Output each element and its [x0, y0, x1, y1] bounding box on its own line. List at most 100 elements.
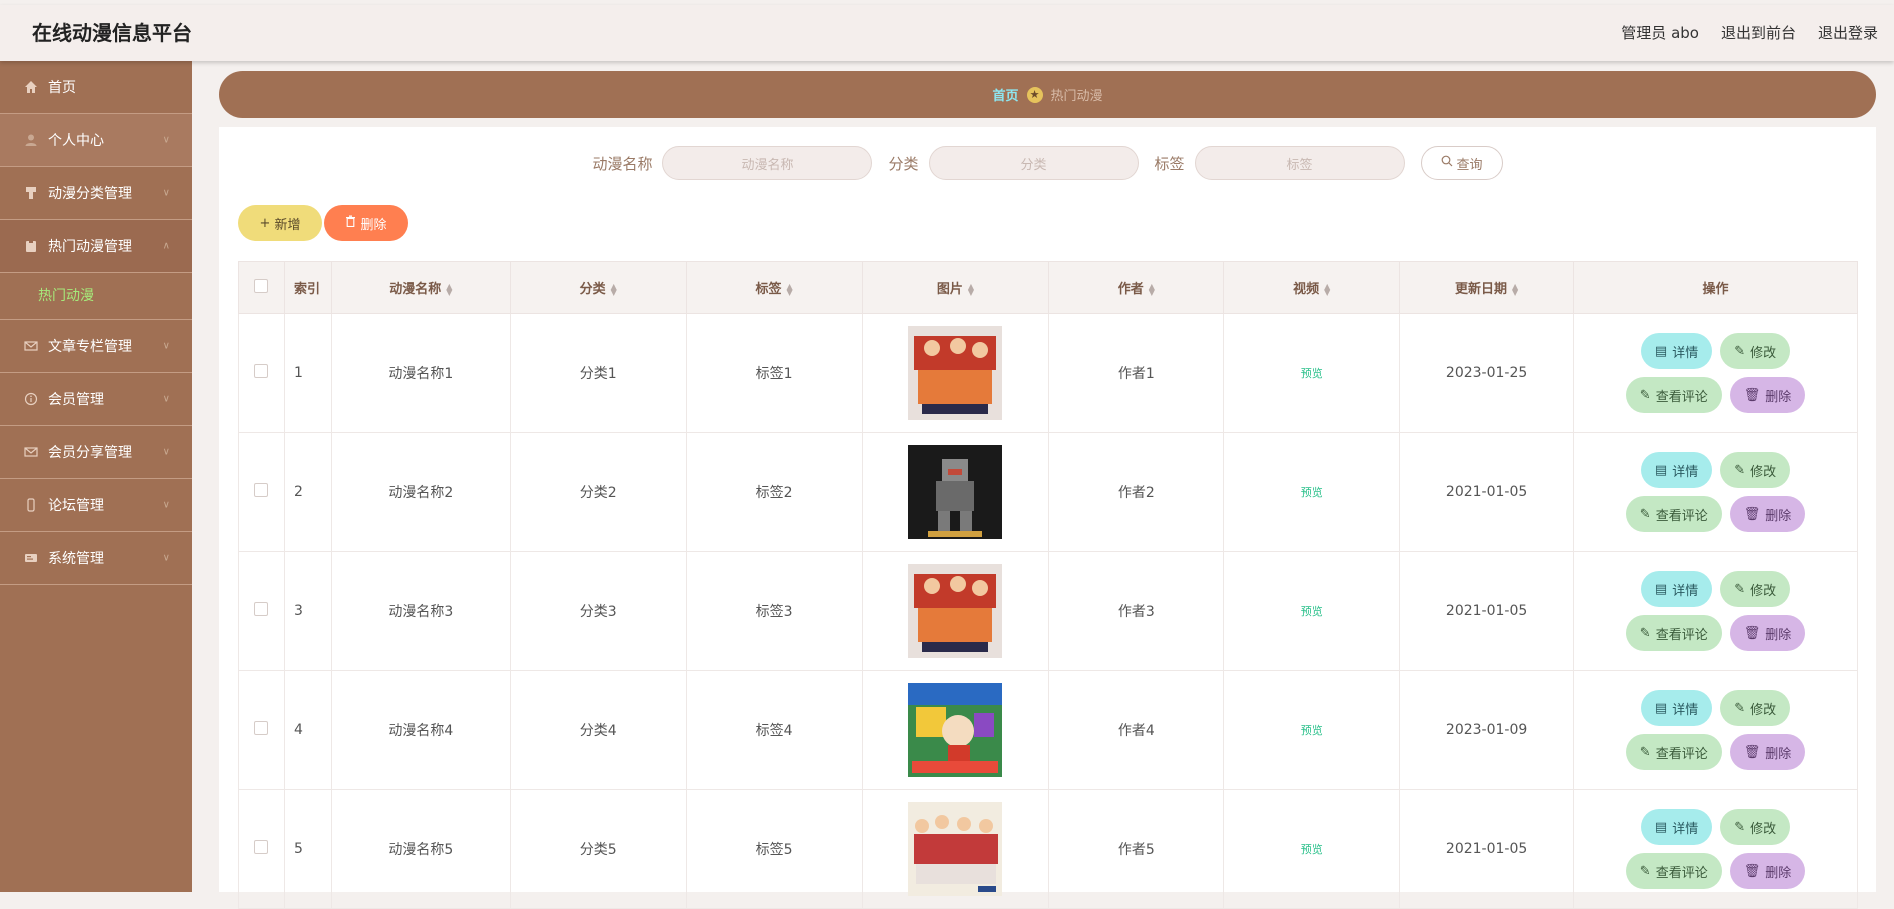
sidebar-item-home[interactable]: 首页 [0, 61, 192, 114]
logout-link[interactable]: 退出登录 [1818, 5, 1878, 61]
sidebar-item-label: 论坛管理 [48, 498, 104, 514]
comment-label: 查看评论 [1655, 865, 1708, 881]
pencil-icon: ✎ [1639, 744, 1651, 760]
sidebar-item-profile[interactable]: 个人中心 ∨ [0, 114, 192, 167]
remove-label: 删除 [1765, 389, 1792, 405]
chevron-down-icon: ∨ [162, 552, 170, 564]
delete-button[interactable]: 🗑 删除 [1729, 615, 1806, 651]
column-header[interactable]: 作者 ▲ ▼ [1048, 261, 1225, 314]
sort-icon[interactable]: ▲ ▼ [611, 282, 617, 296]
select-all-checkbox[interactable] [254, 278, 269, 293]
category-cell: 分类1 [509, 313, 687, 433]
anime-thumbnail[interactable] [908, 802, 1003, 896]
name-cell: 动漫名称3 [330, 551, 511, 671]
edit-button[interactable]: ✎ 修改 [1720, 809, 1791, 845]
column-header[interactable]: 更新日期 ▲ ▼ [1399, 261, 1575, 314]
row-checkbox[interactable] [254, 483, 269, 497]
column-header[interactable]: 分类 ▲ ▼ [509, 261, 687, 314]
detail-button[interactable]: ▤ 详情 [1640, 690, 1713, 726]
sidebar-item-articles[interactable]: 文章专栏管理 ∨ [0, 320, 192, 373]
document-icon: ▤ [1654, 462, 1668, 478]
edit-label: 修改 [1750, 345, 1777, 361]
sidebar-subitem-hot-anime[interactable]: 热门动漫 [0, 273, 192, 320]
edit-button[interactable]: ✎ 修改 [1720, 452, 1791, 488]
sidebar-item-member-share[interactable]: 会员分享管理 ∨ [0, 426, 192, 479]
anime-thumbnail[interactable] [908, 683, 1003, 777]
view-comments-button[interactable]: ✎ 查看评论 [1625, 734, 1722, 770]
sidebar-item-label: 系统管理 [48, 551, 104, 567]
sort-icon[interactable]: ▲ ▼ [446, 282, 452, 296]
back-to-front-link[interactable]: 退出到前台 [1721, 5, 1796, 61]
table-row: 5 动漫名称5 分类5 标签5 作者5 预览 2021-01-05 ▤ 详情 ✎ 修… [238, 789, 1858, 909]
column-header[interactable]: 动漫名称 ▲ ▼ [330, 261, 511, 314]
view-comments-button[interactable]: ✎ 查看评论 [1625, 615, 1722, 651]
sort-icon[interactable]: ▲ ▼ [968, 282, 974, 296]
sidebar: 首页 个人中心 ∨ 动漫分类管理 ∨ 热门动漫管理 ∧ 热门动漫 文章专栏管理 … [0, 61, 192, 892]
column-header[interactable]: 标签 ▲ ▼ [685, 261, 863, 314]
add-button[interactable]: + 新增 [238, 205, 322, 241]
column-header-label: 更新日期 [1455, 282, 1508, 297]
column-header[interactable]: 视频 ▲ ▼ [1223, 261, 1401, 314]
sidebar-item-system[interactable]: 系统管理 ∨ [0, 532, 192, 585]
delete-button[interactable]: 🗑 删除 [1729, 377, 1806, 413]
sidebar-item-hot-anime[interactable]: 热门动漫管理 ∧ [0, 220, 192, 273]
video-preview-link[interactable]: 预览 [1301, 367, 1323, 380]
batch-delete-button[interactable]: 删除 [324, 205, 408, 241]
sort-icon[interactable]: ▲ ▼ [787, 282, 793, 296]
tag-search-input[interactable]: 标签 [1194, 146, 1405, 180]
home-icon [22, 78, 40, 96]
detail-button[interactable]: ▤ 详情 [1640, 452, 1713, 488]
trash-icon: 🗑 [1743, 744, 1761, 760]
delete-button[interactable]: 🗑 删除 [1729, 853, 1806, 889]
video-cell: 预览 [1223, 670, 1401, 790]
name-search-input[interactable]: 动漫名称 [662, 146, 873, 180]
row-actions: ▤ 详情 ✎ 修改 ✎ 查看评论 🗑 删除 [1574, 333, 1857, 413]
video-preview-link[interactable]: 预览 [1301, 724, 1323, 737]
comment-label: 查看评论 [1655, 627, 1708, 643]
edit-button[interactable]: ✎ 修改 [1720, 571, 1791, 607]
sort-icon[interactable]: ▲ ▼ [1149, 282, 1155, 296]
sidebar-item-forum[interactable]: 论坛管理 ∨ [0, 479, 192, 532]
column-header[interactable]: 图片 ▲ ▼ [861, 261, 1050, 314]
detail-button[interactable]: ▤ 详情 [1640, 571, 1713, 607]
sidebar-item-members[interactable]: 会员管理 ∨ [0, 373, 192, 426]
video-preview-link[interactable]: 预览 [1301, 605, 1323, 618]
row-checkbox[interactable] [254, 840, 269, 854]
edit-button[interactable]: ✎ 修改 [1720, 690, 1791, 726]
date-cell: 2023-01-25 [1399, 313, 1575, 433]
detail-button[interactable]: ▤ 详情 [1640, 809, 1713, 845]
category-cell: 分类3 [509, 551, 687, 671]
view-comments-button[interactable]: ✎ 查看评论 [1625, 496, 1722, 532]
category-search-input[interactable]: 分类 [928, 146, 1139, 180]
search-icon [1441, 155, 1453, 171]
name-cell: 动漫名称1 [330, 313, 511, 433]
row-actions-line: ✎ 查看评论 🗑 删除 [1625, 496, 1806, 532]
sort-icon[interactable]: ▲ ▼ [1324, 282, 1330, 296]
view-comments-button[interactable]: ✎ 查看评论 [1625, 853, 1722, 889]
chevron-down-icon: ∨ [162, 187, 170, 199]
sidebar-item-category[interactable]: 动漫分类管理 ∨ [0, 167, 192, 220]
delete-button[interactable]: 🗑 删除 [1729, 496, 1806, 532]
video-preview-link[interactable]: 预览 [1301, 843, 1323, 856]
table-row: 1 动漫名称1 分类1 标签1 作者1 预览 2023-01-25 ▤ 详情 ✎ 修… [238, 313, 1858, 433]
delete-button[interactable]: 🗑 删除 [1729, 734, 1806, 770]
query-button[interactable]: 查询 [1420, 146, 1503, 180]
row-checkbox[interactable] [254, 721, 269, 735]
row-checkbox[interactable] [254, 364, 269, 378]
view-comments-button[interactable]: ✎ 查看评论 [1625, 377, 1722, 413]
column-header-label: 动漫名称 [389, 282, 442, 297]
tag-cell: 标签3 [685, 551, 863, 671]
breadcrumb-home[interactable]: 首页 [992, 85, 1018, 104]
name-cell: 动漫名称2 [330, 432, 511, 552]
sort-icon[interactable]: ▲ ▼ [1512, 282, 1518, 296]
detail-label: 详情 [1672, 702, 1699, 718]
edit-button[interactable]: ✎ 修改 [1720, 333, 1791, 369]
anime-thumbnail[interactable] [908, 564, 1003, 658]
video-cell: 预览 [1223, 432, 1401, 552]
anime-thumbnail[interactable] [908, 445, 1003, 539]
detail-button[interactable]: ▤ 详情 [1640, 333, 1713, 369]
row-checkbox[interactable] [254, 602, 269, 616]
video-preview-link[interactable]: 预览 [1301, 486, 1323, 499]
star-icon: ★ [1026, 86, 1043, 103]
anime-thumbnail[interactable] [908, 326, 1003, 420]
